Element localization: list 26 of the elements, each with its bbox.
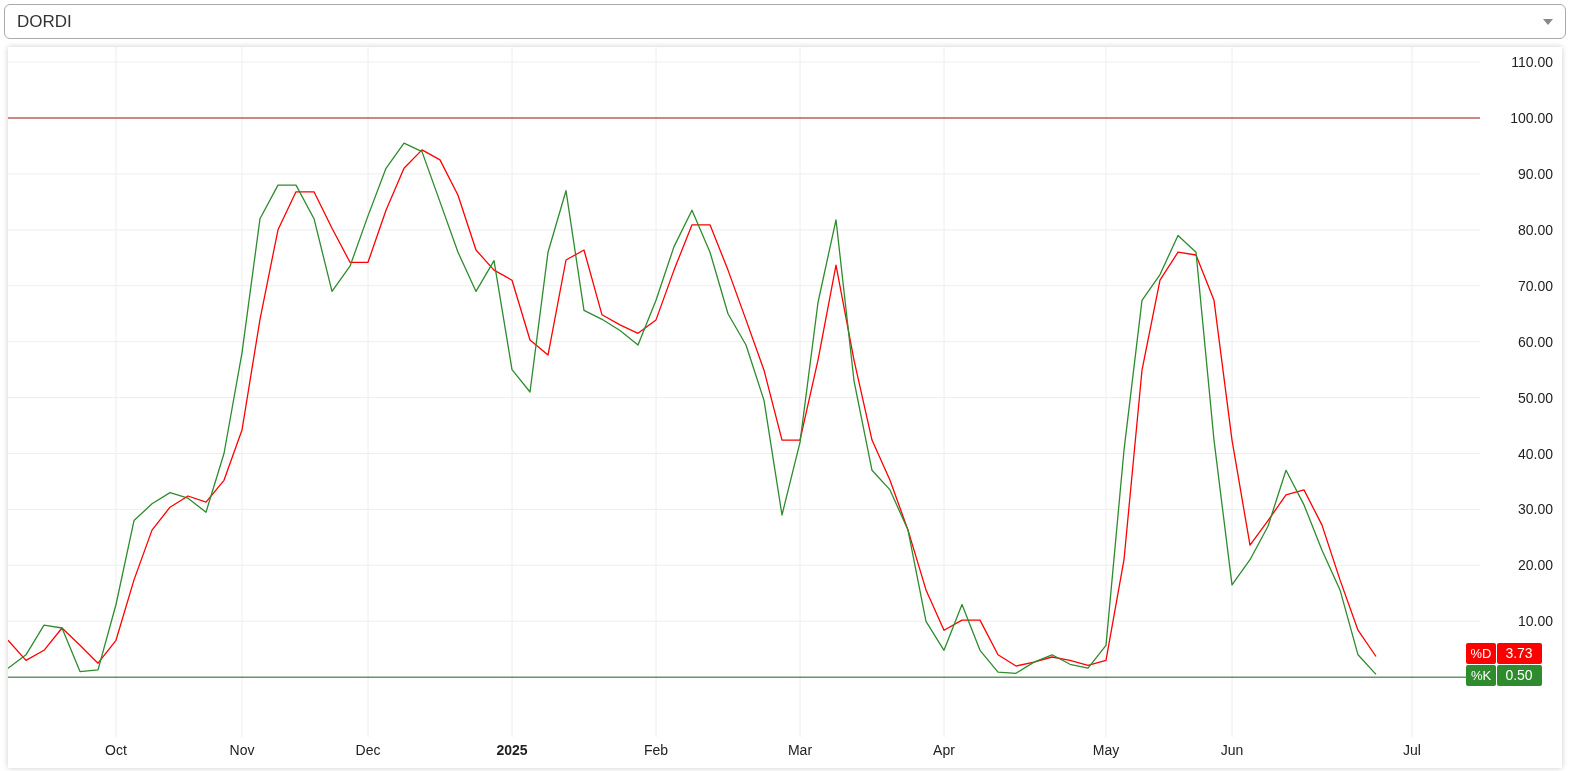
x-axis-label: Mar	[787, 742, 813, 758]
x-axis-label: May	[1092, 742, 1120, 758]
caret-icon	[1543, 18, 1553, 25]
y-axis-label: 80.00	[1517, 221, 1553, 238]
x-axis-label: Jun	[1220, 742, 1244, 758]
x-axis-label: Feb	[643, 742, 669, 758]
legend-label: %K	[1470, 668, 1492, 683]
y-axis-label: 20.00	[1517, 557, 1553, 574]
y-axis-label: 100.00	[1510, 110, 1553, 126]
x-axis-label: Oct	[105, 742, 127, 758]
symbol-dropdown[interactable]: DORDI	[4, 4, 1566, 39]
x-axis-label: Dec	[355, 742, 381, 758]
y-axis-label: 90.00	[1517, 165, 1553, 182]
dropdown-value: DORDI	[17, 10, 72, 33]
y-axis-label: 10.00	[1517, 613, 1553, 630]
y-axis-label: 40.00	[1517, 445, 1553, 462]
x-axis-label: Apr	[933, 742, 955, 758]
y-axis-label: 70.00	[1517, 277, 1553, 294]
y-axis-label: 60.00	[1517, 333, 1553, 350]
x-axis-label: Jul	[1403, 742, 1421, 758]
y-axis-label: 30.00	[1517, 501, 1553, 518]
y-axis-label: 110.00	[1511, 54, 1553, 71]
x-axis-label: Nov	[229, 742, 255, 758]
x-axis-label: 2025	[496, 742, 528, 758]
legend-label: %D	[1470, 646, 1492, 661]
y-axis-label: 50.00	[1517, 389, 1553, 406]
